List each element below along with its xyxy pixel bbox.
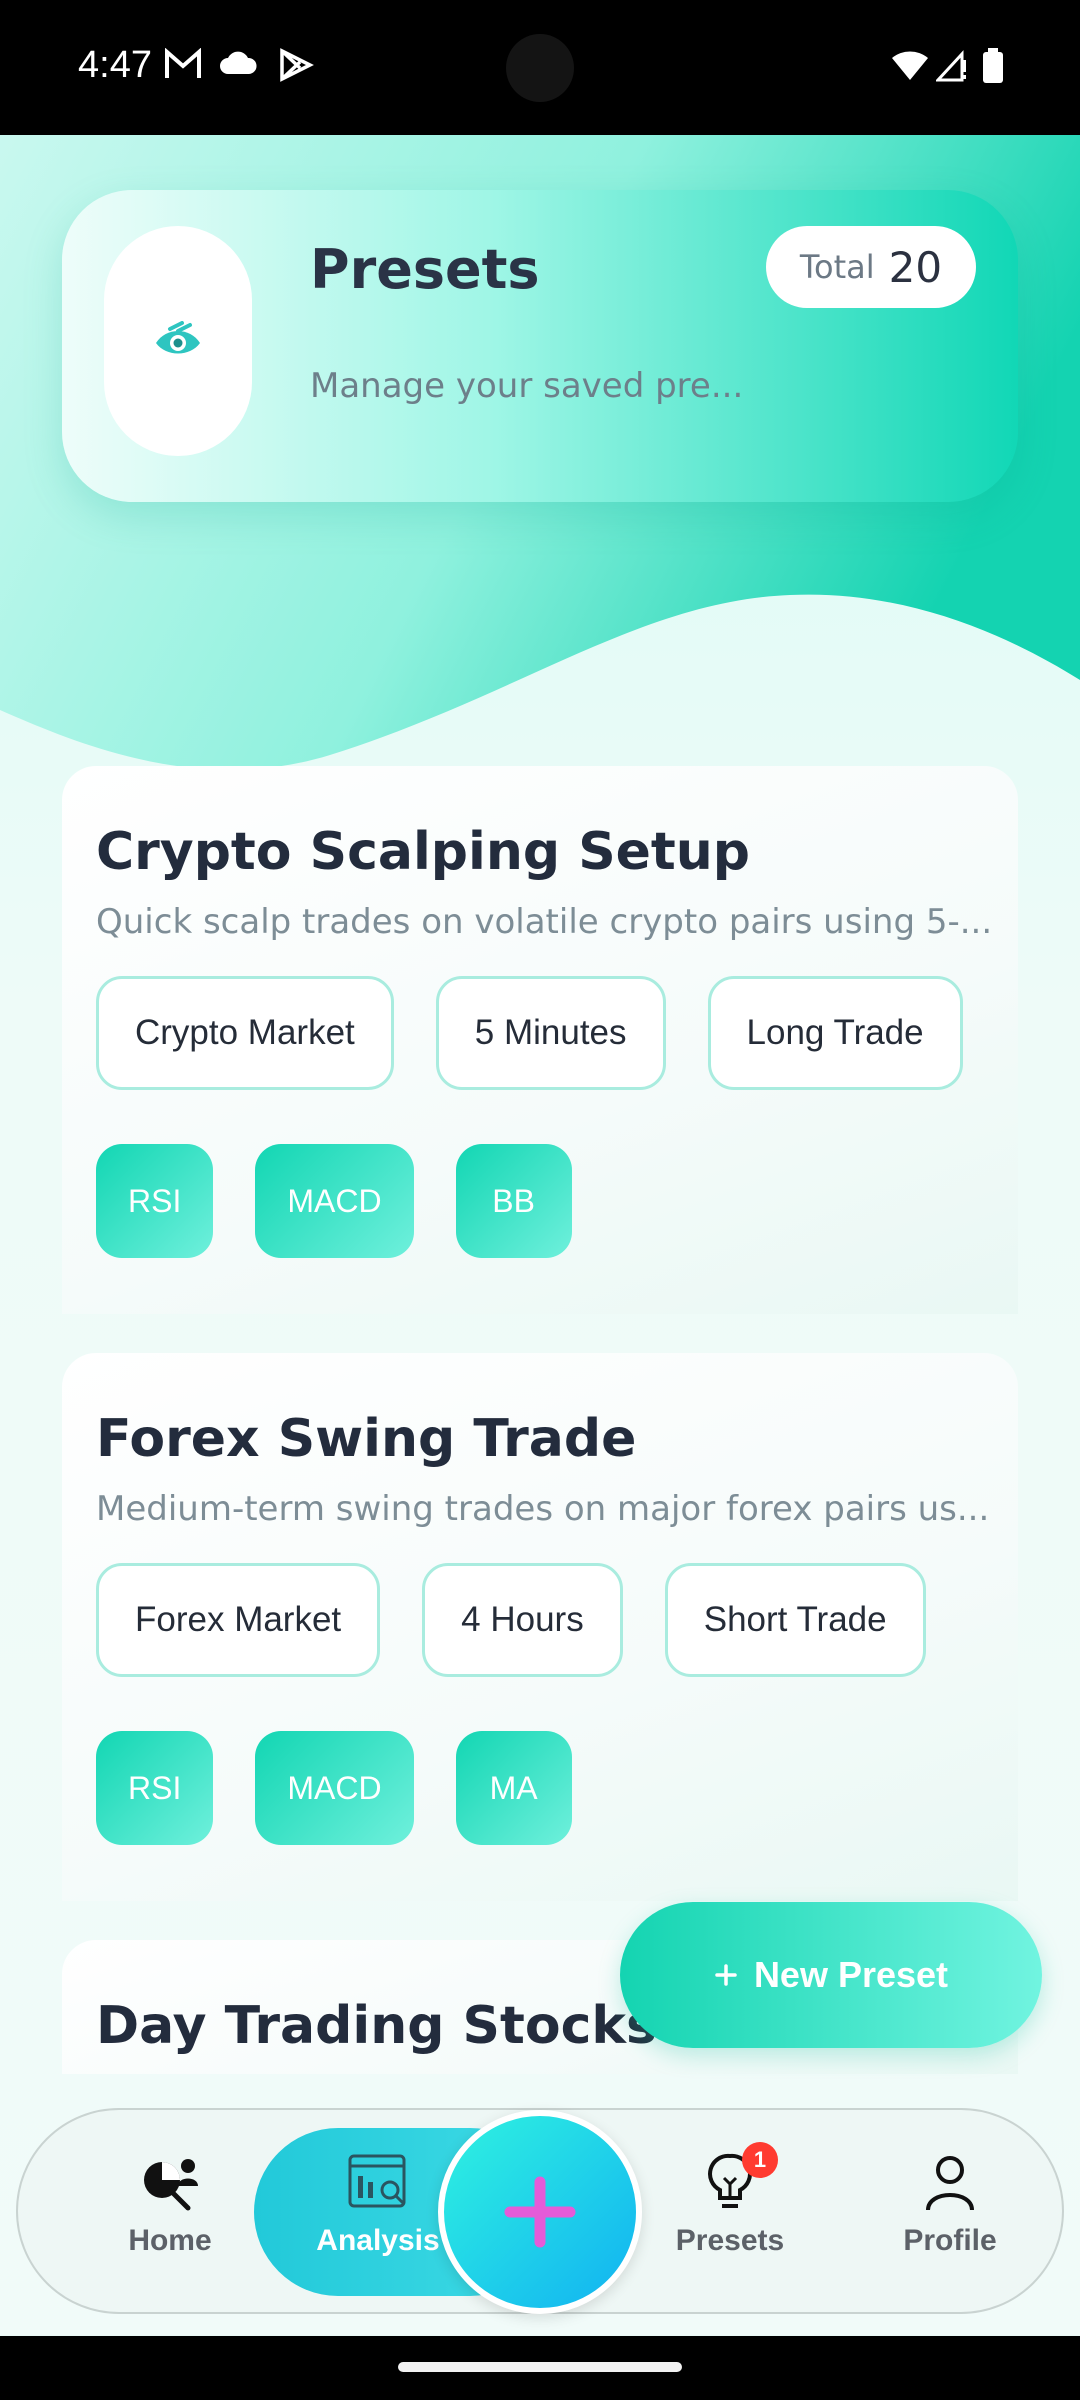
preset-title: Day Trading Stocks: [96, 1996, 657, 2056]
indicator-chip: MACD: [255, 1144, 414, 1258]
indicator-chip: BB: [455, 1144, 572, 1258]
total-count-badge: Total 20: [766, 226, 976, 308]
new-preset-label: New Preset: [753, 1954, 949, 1995]
status-time: 4:47: [78, 44, 152, 86]
market-tag: Crypto Market: [96, 976, 394, 1090]
page-title: Presets: [310, 238, 540, 301]
eye-icon: [156, 321, 200, 354]
battery-icon: [983, 48, 1003, 83]
person-icon: [926, 2156, 974, 2211]
nav-item-home[interactable]: Home: [90, 2150, 250, 2290]
wifi-icon: [892, 51, 928, 80]
direction-tag: Long Trade: [707, 976, 963, 1090]
preset-indicators: RSI MACD BB: [96, 1144, 572, 1258]
presets-header-card: Presets Manage your saved pre... Total 2…: [62, 190, 1018, 502]
plus-icon: [504, 2176, 576, 2248]
timeframe-tag: 4 Hours: [422, 1563, 623, 1677]
plus-icon: [715, 1964, 737, 1986]
dashboard-search-icon: [348, 2154, 406, 2208]
preset-description: Medium-term swing trades on major forex …: [96, 1489, 990, 1529]
preset-tags: Crypto Market 5 Minutes Long Trade: [96, 976, 963, 1090]
preset-title: Forex Swing Trade: [96, 1409, 637, 1469]
preset-indicators: RSI MACD MA: [96, 1731, 572, 1845]
preset-card[interactable]: Forex Swing Trade Medium-term swing trad…: [62, 1353, 1018, 1901]
gmail-icon: [165, 48, 201, 78]
nav-item-profile[interactable]: Profile: [870, 2150, 1030, 2290]
nav-label: Home: [128, 2224, 212, 2257]
preset-tags: Forex Market 4 Hours Short Trade: [96, 1563, 926, 1677]
center-add-button[interactable]: [438, 2110, 642, 2314]
signal-icon: [936, 50, 966, 82]
front-camera: [506, 34, 574, 102]
market-tag: Forex Market: [96, 1563, 381, 1677]
notification-badge: 1: [742, 2142, 778, 2178]
analytics-user-icon: [144, 2159, 198, 2211]
preset-description: Quick scalp trades on volatile crypto pa…: [96, 902, 993, 942]
total-value: 20: [888, 242, 943, 292]
page-subtitle: Manage your saved pre...: [310, 366, 744, 406]
cloud-icon: [220, 51, 257, 74]
nav-label: Presets: [675, 2224, 785, 2257]
direction-tag: Short Trade: [664, 1563, 926, 1677]
new-preset-button[interactable]: New Preset: [620, 1902, 1042, 2048]
nav-item-presets[interactable]: 1 Presets: [650, 2142, 810, 2290]
home-indicator[interactable]: [398, 2362, 682, 2372]
indicator-chip: MACD: [255, 1731, 414, 1845]
indicator-chip: MA: [455, 1731, 572, 1845]
total-label: Total: [799, 248, 875, 286]
preset-title: Crypto Scalping Setup: [96, 822, 751, 882]
preset-card[interactable]: Crypto Scalping Setup Quick scalp trades…: [62, 766, 1018, 1314]
nav-item-analysis[interactable]: Analysis: [298, 2150, 458, 2290]
indicator-chip: RSI: [96, 1731, 214, 1845]
indicator-chip: RSI: [96, 1144, 214, 1258]
play-store-icon: [280, 48, 314, 82]
header-icon-pill: [104, 226, 252, 456]
nav-label: Profile: [903, 2224, 997, 2257]
status-bar: 4:47: [0, 0, 1080, 135]
timeframe-tag: 5 Minutes: [435, 976, 666, 1090]
nav-label: Analysis: [316, 2224, 440, 2257]
